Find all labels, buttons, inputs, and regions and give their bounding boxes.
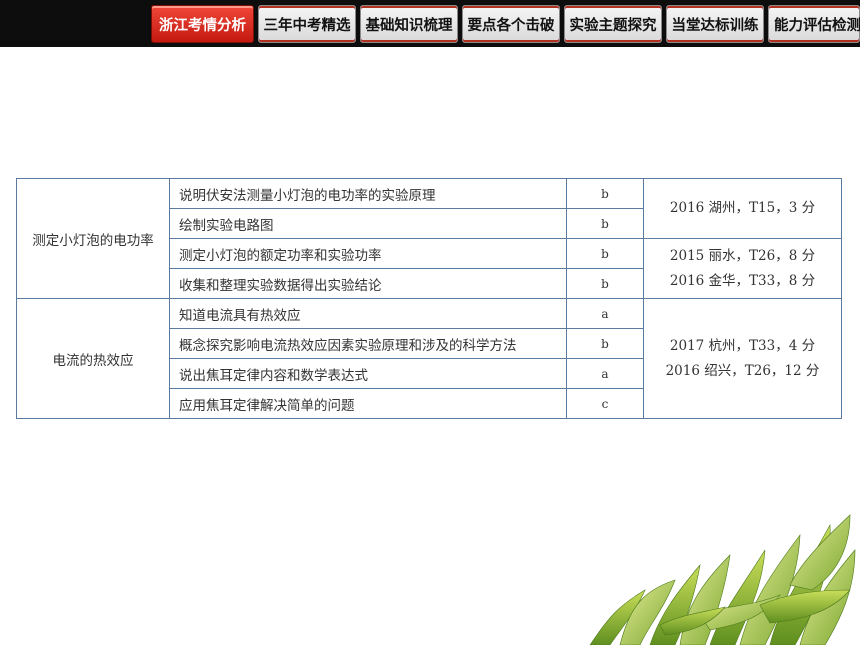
tab-in-class-practice[interactable]: 当堂达标训练 xyxy=(666,5,764,43)
requirement-cell: 应用焦耳定律解决简单的问题 xyxy=(169,388,567,419)
tab-key-points[interactable]: 要点各个击破 xyxy=(462,5,560,43)
exam-cell: 2015 丽水，T26，8 分 2016 金华，T33，8 分 xyxy=(643,238,842,299)
table-row: 电流的热效应 知道电流具有热效应 a 2017 杭州，T33，4 分 2016 … xyxy=(16,298,842,419)
topic-cell: 测定小灯泡的电功率 xyxy=(16,178,170,299)
tab-experiment-inquiry[interactable]: 实验主题探究 xyxy=(564,5,662,43)
exam-line: 2016 湖州，T15，3 分 xyxy=(669,200,816,216)
requirement-cell: 知道电流具有热效应 xyxy=(169,298,567,329)
topic-cell: 电流的热效应 xyxy=(16,298,170,419)
requirement-cell: 绘制实验电路图 xyxy=(169,208,567,239)
requirement-cell: 测定小灯泡的额定功率和实验功率 xyxy=(169,238,567,269)
requirement-cell: 收集和整理实验数据得出实验结论 xyxy=(169,268,567,299)
requirement-cell: 说出焦耳定律内容和数学表达式 xyxy=(169,358,567,389)
tab-three-year-exam-selection[interactable]: 三年中考精选 xyxy=(258,5,356,43)
exam-analysis-table: 测定小灯泡的电功率 说明伏安法测量小灯泡的电功率的实验原理 b 2016 湖州，… xyxy=(16,178,842,419)
tab-zhejiang-exam-analysis[interactable]: 浙江考情分析 xyxy=(151,5,254,43)
exam-line: 2017 杭州，T33，4 分 xyxy=(669,337,816,354)
exam-line: 2016 绍兴，T26，12 分 xyxy=(665,362,820,379)
tab-basic-knowledge[interactable]: 基础知识梳理 xyxy=(360,5,458,43)
exam-line: 2016 金华，T33，8 分 xyxy=(669,272,816,289)
level-cell: b xyxy=(566,178,644,209)
level-cell: b xyxy=(566,238,644,269)
level-cell: a xyxy=(566,298,644,329)
exam-cell: 2017 杭州，T33，4 分 2016 绍兴，T26，12 分 xyxy=(643,298,842,419)
table-row: 测定小灯泡的电功率 说明伏安法测量小灯泡的电功率的实验原理 b 2016 湖州，… xyxy=(16,178,842,299)
tab-ability-assessment[interactable]: 能力评估检测 xyxy=(768,5,860,43)
level-cell: b xyxy=(566,328,644,359)
level-cell: b xyxy=(566,208,644,239)
plant-decoration-image xyxy=(589,514,856,645)
requirement-cell: 概念探究影响电流热效应因素实验原理和涉及的科学方法 xyxy=(169,328,567,359)
level-cell: a xyxy=(566,358,644,389)
exam-line: 2015 丽水，T26，8 分 xyxy=(669,247,816,264)
level-cell: b xyxy=(566,268,644,299)
nav-tabs: 浙江考情分析 三年中考精选 基础知识梳理 要点各个击破 实验主题探究 当堂达标训… xyxy=(0,5,860,45)
top-nav-bar: 浙江考情分析 三年中考精选 基础知识梳理 要点各个击破 实验主题探究 当堂达标训… xyxy=(0,0,860,47)
exam-cell: 2016 湖州，T15，3 分 xyxy=(643,178,842,239)
level-cell: c xyxy=(566,388,644,419)
requirement-cell: 说明伏安法测量小灯泡的电功率的实验原理 xyxy=(169,178,567,209)
